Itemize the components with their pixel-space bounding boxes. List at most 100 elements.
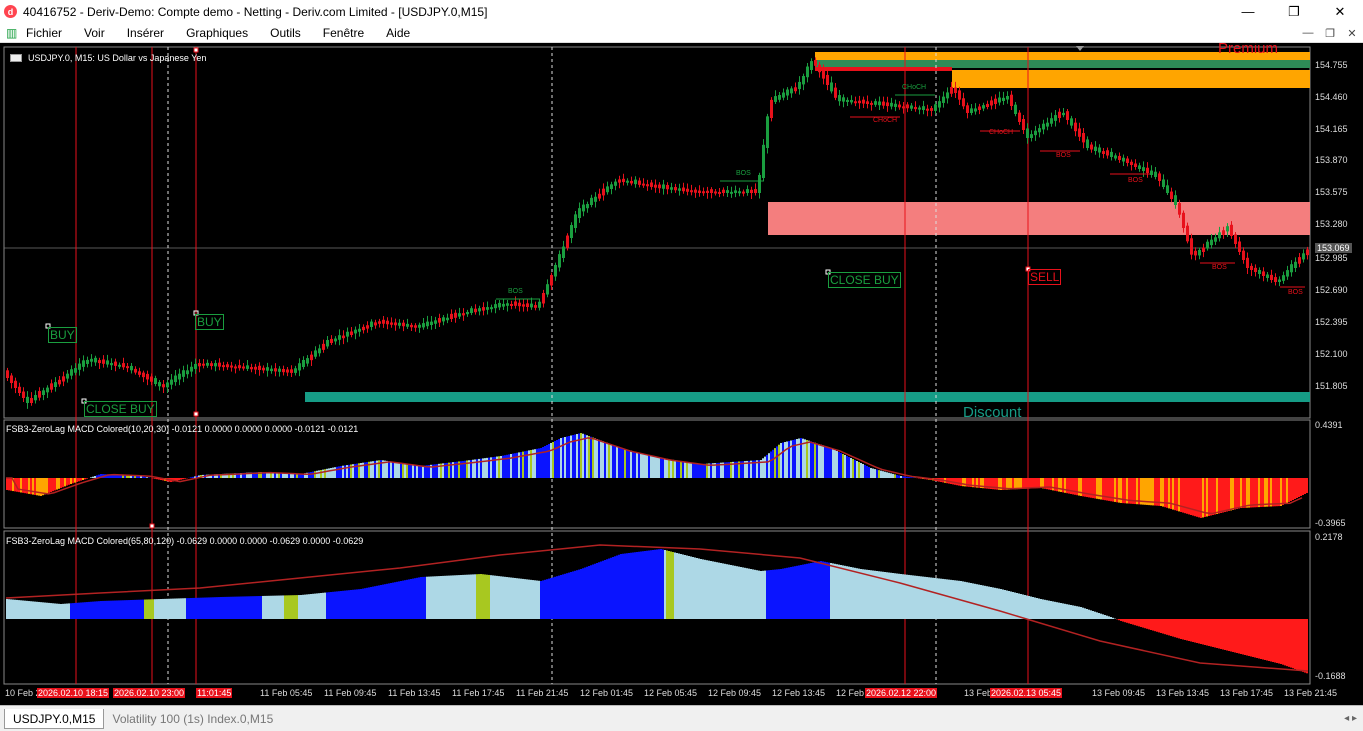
histogram-bar [810, 563, 812, 619]
histogram-bar [90, 601, 92, 619]
histogram-bar [58, 603, 60, 619]
menu-fenetre[interactable]: Fenêtre [323, 26, 364, 40]
candle-body [858, 100, 861, 104]
candle-body [30, 398, 33, 403]
candle-body [998, 97, 1001, 103]
candle-body [1170, 191, 1173, 199]
histogram-bar [560, 438, 562, 478]
mdi-close-button[interactable]: ✕ [1341, 23, 1363, 43]
candle-body [566, 235, 569, 248]
candle-body [578, 208, 581, 218]
histogram-bar [642, 551, 644, 619]
tab-scroll-arrows[interactable]: ◂ ▸ [1344, 713, 1357, 724]
candle-body [114, 361, 117, 366]
histogram-bar [1240, 478, 1242, 508]
histogram-bar [500, 576, 502, 619]
candle-body [770, 99, 773, 118]
window-controls: — ❐ ✕ [1225, 0, 1363, 23]
histogram-bar [1022, 478, 1024, 489]
candle-body [154, 378, 157, 384]
candle-body [650, 182, 653, 187]
candle-body [330, 338, 333, 343]
histogram-bar [1246, 478, 1248, 508]
histogram-bar [70, 478, 72, 484]
histogram-bar [536, 580, 538, 619]
histogram-bar [766, 454, 768, 478]
histogram-bar [926, 577, 928, 619]
candle-body [802, 75, 805, 85]
histogram-bar [276, 595, 278, 619]
histogram-bar [68, 478, 70, 485]
indicator2-min: -0.1688 [1315, 671, 1346, 681]
histogram-bar [728, 564, 730, 619]
candle-body [1026, 128, 1029, 138]
close-button[interactable]: ✕ [1317, 0, 1363, 23]
histogram-bar [678, 460, 680, 478]
histogram-bar [934, 577, 936, 619]
candle-body [1230, 224, 1233, 236]
histogram-bar [884, 471, 886, 478]
histogram-bar [280, 595, 282, 619]
histogram-bar [870, 468, 872, 478]
minimize-button[interactable]: — [1225, 0, 1271, 23]
histogram-bar [762, 570, 764, 619]
histogram-bar [1026, 595, 1028, 619]
histogram-bar [294, 595, 296, 619]
tab-usdjpy[interactable]: USDJPY.0,M15 [4, 708, 105, 729]
chart-window-icon[interactable]: ▥ [6, 27, 18, 39]
menu-graphiques[interactable]: Graphiques [186, 26, 248, 40]
histogram-bar [1256, 478, 1258, 508]
candle-body [678, 188, 681, 191]
chart-canvas[interactable] [0, 43, 1363, 705]
time-tick: 12 Feb 05:45 [644, 688, 698, 698]
histogram-bar [1298, 478, 1300, 497]
histogram-bar [718, 562, 720, 619]
maximize-button[interactable]: ❐ [1271, 0, 1317, 23]
candle-body [1182, 212, 1185, 228]
histogram-bar [824, 561, 826, 619]
candle-body [1050, 118, 1053, 124]
mdi-restore-button[interactable]: ❐ [1319, 23, 1341, 43]
candle-body [66, 373, 69, 379]
candle-body [582, 204, 585, 212]
histogram-bar [788, 567, 790, 619]
histogram-bar [586, 566, 588, 619]
candle-body [726, 190, 729, 193]
histogram-bar [432, 576, 434, 619]
histogram-bar [404, 463, 406, 478]
histogram-bar [612, 557, 614, 619]
histogram-bar [1012, 478, 1014, 490]
price-tick: 154.165 [1315, 124, 1348, 134]
menu-fichier[interactable]: Fichier [26, 26, 62, 40]
histogram-bar [604, 560, 606, 619]
candle-body [634, 179, 637, 185]
histogram-bar [632, 552, 634, 619]
candle-body [754, 189, 757, 193]
menu-aide[interactable]: Aide [386, 26, 410, 40]
candle-body [794, 87, 797, 92]
mdi-minimize-button[interactable]: — [1297, 23, 1319, 43]
time-tick: 13 Feb 09:45 [1092, 688, 1146, 698]
histogram-bar [1018, 593, 1020, 619]
histogram-bar [1034, 597, 1036, 619]
menu-voir[interactable]: Voir [84, 26, 105, 40]
histogram-bar [160, 599, 162, 619]
histogram-bar [946, 579, 948, 619]
tab-volatility100[interactable]: Volatility 100 (1s) Index.0,M15 [104, 709, 281, 729]
candle-body [534, 305, 537, 308]
histogram-bar [248, 596, 250, 619]
menu-inserer[interactable]: Insérer [127, 26, 164, 40]
histogram-bar [442, 575, 444, 619]
histogram-bar [834, 450, 836, 478]
histogram-bar [898, 475, 900, 478]
histogram-bar [1272, 619, 1274, 662]
histogram-bar [768, 570, 770, 619]
histogram-bar [968, 582, 970, 619]
histogram-bar [1210, 619, 1212, 647]
histogram-bar [120, 600, 122, 619]
shift-marker[interactable] [1076, 46, 1084, 51]
chart-area[interactable]: USDJPY.0, M15: US Dollar vs Japanese Yen… [0, 43, 1363, 705]
histogram-bar [558, 575, 560, 619]
histogram-bar [1234, 619, 1236, 653]
menu-outils[interactable]: Outils [270, 26, 301, 40]
